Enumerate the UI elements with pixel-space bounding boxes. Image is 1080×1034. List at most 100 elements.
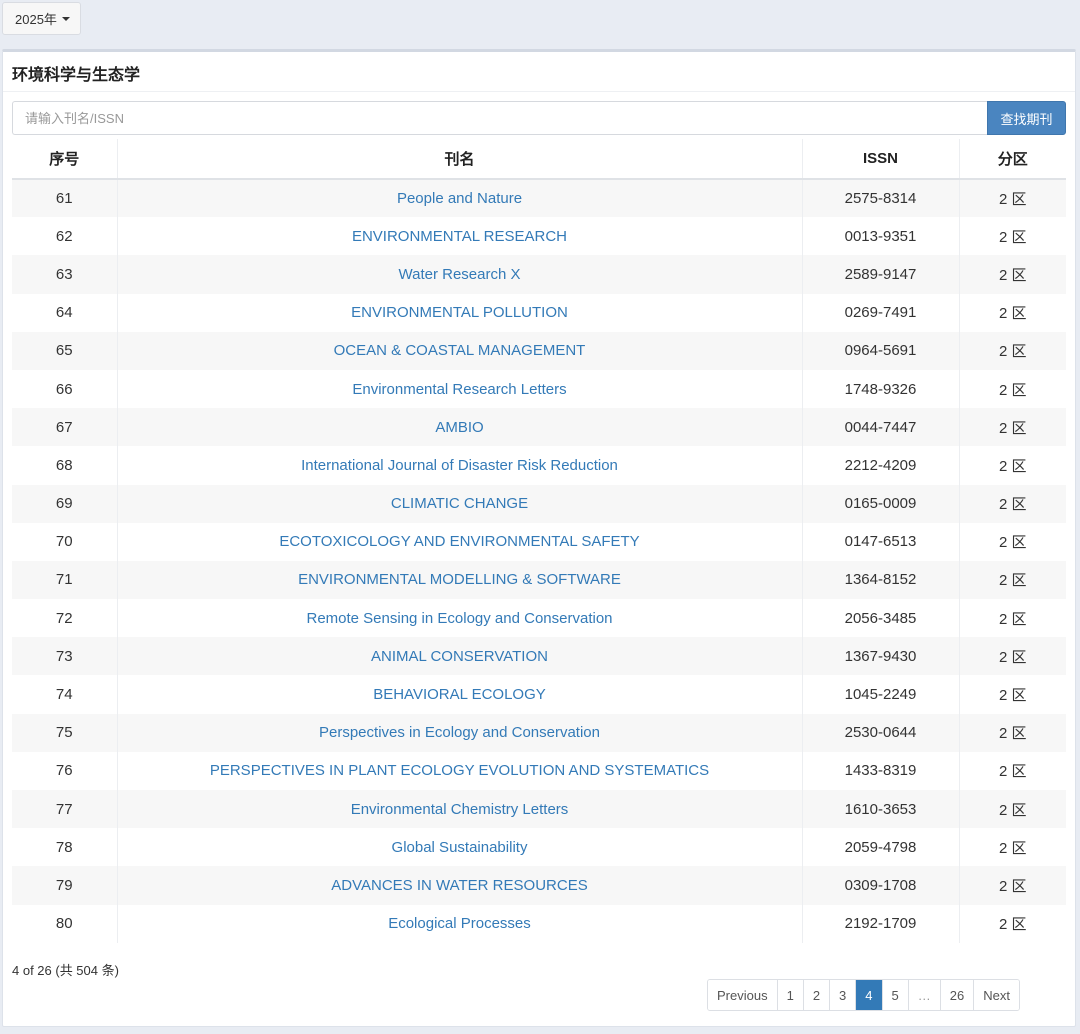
journal-name-link[interactable]: Water Research X <box>399 266 521 283</box>
table-cell-name: PERSPECTIVES IN PLANT ECOLOGY EVOLUTION … <box>117 751 803 790</box>
page-4-button[interactable]: 4 <box>856 980 883 1010</box>
table-cell-name: Environmental Chemistry Letters <box>117 790 803 829</box>
table-cell-zone: 2 区 <box>959 485 1066 523</box>
row-issn: 2056-3485 <box>844 609 917 627</box>
row-number: 61 <box>55 190 73 208</box>
row-zone: 2 区 <box>998 305 1027 323</box>
row-zone: 2 区 <box>998 381 1027 399</box>
row-issn: 1748-9326 <box>844 380 917 398</box>
table-cell-zone: 2 区 <box>959 370 1066 408</box>
journal-name-link[interactable]: Remote Sensing in Ecology and Conservati… <box>306 610 612 627</box>
page-1-button[interactable]: 1 <box>777 980 804 1010</box>
year-dropdown[interactable]: 2025年 <box>2 2 81 35</box>
journal-name-link[interactable]: People and Nature <box>397 190 522 207</box>
table-cell-no: 64 <box>12 293 118 332</box>
journal-name-link[interactable]: ADVANCES IN WATER RESOURCES <box>331 877 587 894</box>
journal-name-link[interactable]: ANIMAL CONSERVATION <box>371 648 548 665</box>
journal-name-link[interactable]: BEHAVIORAL ECOLOGY <box>373 686 546 703</box>
table-row: 76 PERSPECTIVES IN PLANT ECOLOGY EVOLUTIO… <box>12 751 1066 790</box>
page-26-button[interactable]: 26 <box>940 980 975 1010</box>
journal-name-link[interactable]: ENVIRONMENTAL POLLUTION <box>351 304 568 321</box>
row-number: 70 <box>55 533 73 551</box>
table-cell-no: 74 <box>12 675 118 714</box>
table-cell-zone: 2 区 <box>959 599 1066 637</box>
table-cell-zone: 2 区 <box>959 523 1066 561</box>
table-cell-zone: 2 区 <box>959 446 1066 484</box>
table-row: 64 ENVIRONMENTAL POLLUTION 0269-7491 2 区 <box>12 293 1066 332</box>
table-cell-no: 79 <box>12 866 118 905</box>
table-cell-name: ENVIRONMENTAL RESEARCH <box>117 217 803 256</box>
row-number: 77 <box>55 800 73 818</box>
header-name: 刊名 <box>117 139 803 180</box>
row-issn: 1045-2249 <box>844 686 917 704</box>
table-cell-name: ENVIRONMENTAL POLLUTION <box>117 293 803 332</box>
row-zone: 2 区 <box>998 725 1027 743</box>
row-zone: 2 区 <box>998 916 1027 934</box>
journal-name-link[interactable]: ECOTOXICOLOGY AND ENVIRONMENTAL SAFETY <box>279 533 639 550</box>
journal-name-link[interactable]: Global Sustainability <box>392 839 528 856</box>
previous-page-button[interactable]: Previous <box>708 980 778 1010</box>
row-zone: 2 区 <box>998 191 1027 209</box>
table-row: 68 International Journal of Disaster Risk… <box>12 446 1066 485</box>
table-cell-no: 78 <box>12 828 118 867</box>
journal-name-link[interactable]: ENVIRONMENTAL RESEARCH <box>352 228 567 245</box>
row-number: 69 <box>55 495 73 513</box>
journal-name-link[interactable]: International Journal of Disaster Risk R… <box>301 457 618 474</box>
row-number: 64 <box>55 304 73 322</box>
journal-name-link[interactable]: PERSPECTIVES IN PLANT ECOLOGY EVOLUTION … <box>210 762 709 779</box>
page-5-button[interactable]: 5 <box>882 980 909 1010</box>
row-issn: 0269-7491 <box>844 304 917 322</box>
caret-down-icon <box>61 16 70 21</box>
search-button[interactable]: 查找期刊 <box>987 101 1066 135</box>
table-cell-issn: 1367-9430 <box>802 637 960 676</box>
table-cell-zone: 2 区 <box>959 905 1066 943</box>
table-cell-no: 70 <box>12 522 118 561</box>
header-no: 序号 <box>12 139 118 180</box>
row-zone: 2 区 <box>998 877 1027 895</box>
table-cell-issn: 2056-3485 <box>802 599 960 638</box>
table-row: 79 ADVANCES IN WATER RESOURCES 0309-1708 2 … <box>12 866 1066 905</box>
page-2-button[interactable]: 2 <box>803 980 831 1010</box>
journal-name-link[interactable]: Perspectives in Ecology and Conservation <box>319 724 600 741</box>
next-page-button[interactable]: Next <box>974 980 1019 1010</box>
table-cell-name: Ecological Processes <box>117 904 803 943</box>
table-cell-name: Global Sustainability <box>117 828 803 867</box>
table-cell-zone: 2 区 <box>959 179 1066 217</box>
row-issn: 1433-8319 <box>844 762 917 780</box>
row-zone: 2 区 <box>998 839 1027 857</box>
table-cell-name: BEHAVIORAL ECOLOGY <box>117 675 803 714</box>
row-zone: 2 区 <box>998 228 1027 246</box>
journal-name-link[interactable]: OCEAN & COASTAL MANAGEMENT <box>334 342 586 359</box>
row-issn: 2530-0644 <box>844 724 917 742</box>
row-zone: 2 区 <box>998 419 1027 437</box>
table-header-row: 序号 刊名 ISSN 分区 <box>12 139 1066 180</box>
row-number: 72 <box>55 609 73 627</box>
table-cell-no: 71 <box>12 560 118 600</box>
row-issn: 1610-3653 <box>844 800 917 818</box>
row-issn: 1364-8152 <box>844 571 917 589</box>
journal-name-link[interactable]: AMBIO <box>435 419 483 436</box>
row-zone: 2 区 <box>998 687 1027 705</box>
journal-name-link[interactable]: CLIMATIC CHANGE <box>391 495 528 512</box>
title-divider <box>3 91 1075 92</box>
table-cell-zone: 2 区 <box>959 828 1066 866</box>
row-number: 75 <box>55 724 73 742</box>
journal-name-link[interactable]: Ecological Processes <box>388 915 531 932</box>
search-input[interactable] <box>12 101 987 135</box>
table-cell-name: Perspectives in Ecology and Conservation <box>117 713 803 752</box>
table-row: 61 People and Nature 2575-8314 2 区 <box>12 179 1066 218</box>
table-cell-issn: 0165-0009 <box>802 484 960 523</box>
journal-name-link[interactable]: ENVIRONMENTAL MODELLING & SOFTWARE <box>298 571 621 588</box>
page-3-button[interactable]: 3 <box>830 980 857 1010</box>
journal-name-link[interactable]: Environmental Chemistry Letters <box>351 801 569 818</box>
table-row: 80 Ecological Processes 2192-1709 2 区 <box>12 904 1066 943</box>
table-cell-no: 62 <box>12 217 118 256</box>
journal-name-link[interactable]: Environmental Research Letters <box>352 381 566 398</box>
row-issn: 2589-9147 <box>844 265 917 283</box>
table-row: 63 Water Research X 2589-9147 2 区 <box>12 255 1066 294</box>
table-cell-name: Environmental Research Letters <box>117 369 803 409</box>
row-issn: 0013-9351 <box>844 227 917 245</box>
row-issn: 2059-4798 <box>844 838 917 856</box>
row-number: 67 <box>55 418 73 436</box>
row-zone: 2 区 <box>998 801 1027 819</box>
